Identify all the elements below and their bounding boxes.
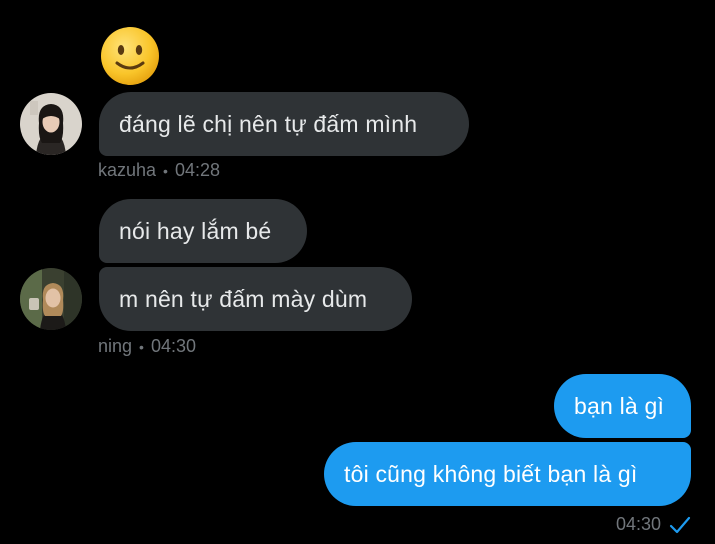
smiley-emoji-icon [100, 26, 160, 86]
meta-separator: • [163, 162, 168, 179]
sender-name[interactable]: ning [98, 336, 132, 357]
message-bubble-me-2[interactable]: tôi cũng không biết bạn là gì [324, 442, 691, 506]
message-meta-me: 04:30 [616, 514, 691, 535]
meta-separator: • [139, 338, 144, 355]
timestamp: 04:28 [174, 160, 220, 180]
avatar-kazuha[interactable] [20, 93, 82, 155]
message-bubble-ning-1[interactable]: nói hay lắm bé [99, 199, 307, 263]
sent-check-icon [669, 516, 691, 534]
message-bubble-kazuha[interactable]: đáng lẽ chị nên tự đấm mình [99, 92, 469, 156]
message-meta-kazuha: kazuha • 04:28 [98, 160, 220, 181]
avatar-ning[interactable] [20, 268, 82, 330]
message-text: bạn là gì [574, 392, 665, 419]
message-text: m nên tự đấm mày dùm [119, 285, 368, 312]
sender-name[interactable]: kazuha [98, 160, 156, 181]
message-text: nói hay lắm bé [119, 217, 272, 244]
message-bubble-me-1[interactable]: bạn là gì [554, 374, 691, 438]
message-text: tôi cũng không biết bạn là gì [344, 460, 638, 487]
message-text: đáng lẽ chị nên tự đấm mình [119, 110, 418, 137]
timestamp: 04:30 [615, 514, 661, 534]
timestamp: 04:30 [150, 336, 196, 356]
message-bubble-ning-2[interactable]: m nên tự đấm mày dùm [99, 267, 412, 331]
message-meta-ning: ning • 04:30 [98, 336, 196, 357]
